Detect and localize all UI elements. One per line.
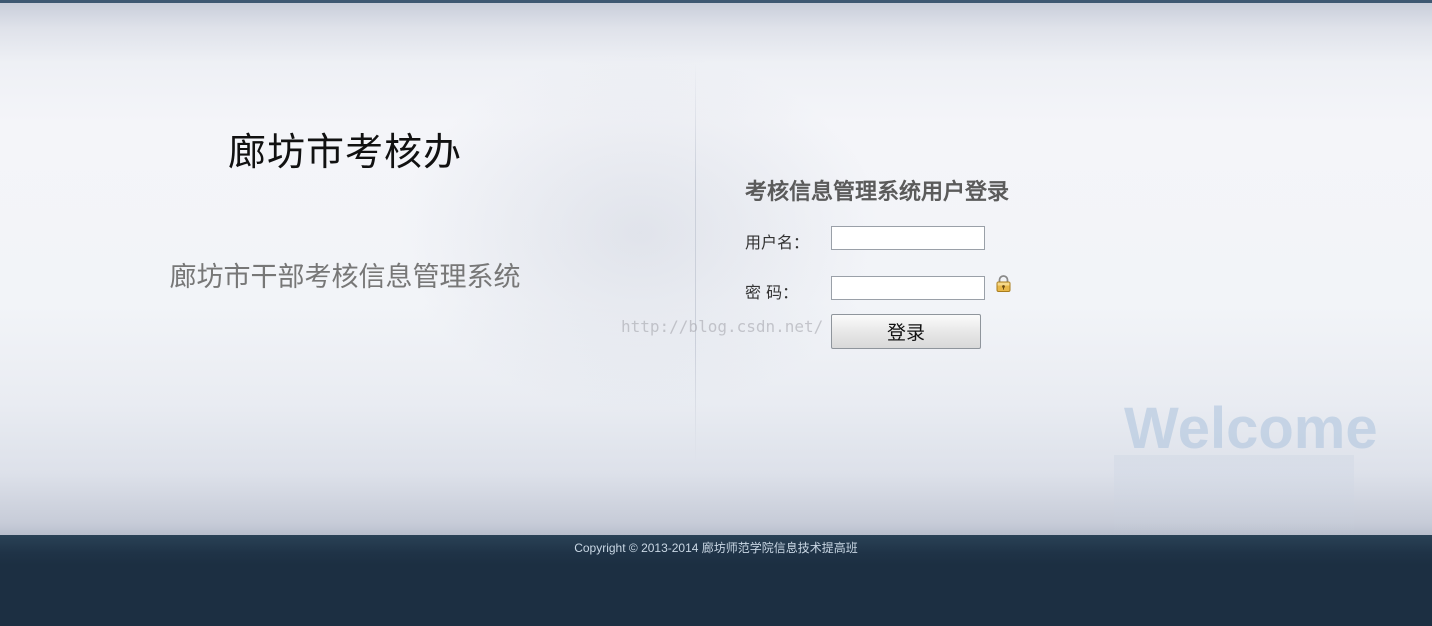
copyright-text: Copyright © 2013-2014 廊坊师范学院信息技术提高班 <box>574 541 858 555</box>
login-page: 廊坊市考核办 廊坊市干部考核信息管理系统 考核信息管理系统用户登录 用户名： 密… <box>0 0 1432 626</box>
system-name: 廊坊市干部考核信息管理系统 <box>169 262 521 293</box>
vertical-divider <box>695 63 696 463</box>
login-title: 考核信息管理系统用户登录 <box>745 179 1010 205</box>
welcome-text: Welcome <box>1124 396 1378 461</box>
brand-title: 廊坊市考核办 <box>227 130 462 174</box>
login-button[interactable]: 登录 <box>831 314 981 349</box>
footer: Copyright © 2013-2014 廊坊师范学院信息技术提高班 <box>0 535 1432 626</box>
watermark-url: http://blog.csdn.net/ <box>621 317 824 336</box>
main-panel: 廊坊市考核办 廊坊市干部考核信息管理系统 考核信息管理系统用户登录 用户名： 密… <box>0 3 1432 535</box>
password-label: 密 码： <box>745 283 799 302</box>
welcome-reflection <box>1114 455 1354 535</box>
username-label: 用户名： <box>745 233 810 252</box>
password-input[interactable] <box>831 276 985 300</box>
username-input[interactable] <box>831 226 985 250</box>
lock-icon <box>996 275 1011 292</box>
